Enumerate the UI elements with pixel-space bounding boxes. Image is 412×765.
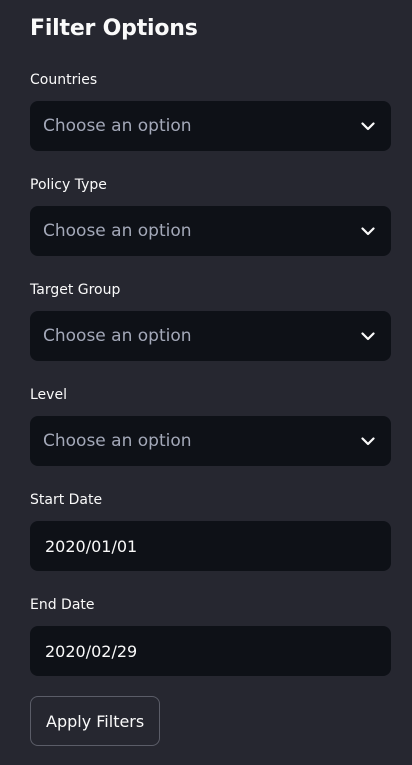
apply-filters-button[interactable]: Apply Filters [30, 696, 161, 746]
end-date-field[interactable] [30, 626, 391, 676]
filter-sidebar: Filter Options Countries Choose an optio… [0, 0, 412, 765]
chevron-down-icon [360, 433, 376, 449]
level-label: Level [30, 387, 67, 403]
chevron-down-icon [360, 118, 376, 134]
target-group-placeholder: Choose an option [43, 326, 192, 346]
start-date-field[interactable] [30, 521, 391, 571]
chevron-down-icon [360, 328, 376, 344]
end-date-label: End Date [30, 597, 95, 613]
chevron-down-icon [360, 223, 376, 239]
countries-label: Countries [30, 72, 98, 88]
level-select[interactable]: Choose an option [30, 416, 391, 466]
countries-select[interactable]: Choose an option [30, 101, 391, 151]
end-date-input[interactable] [45, 641, 376, 661]
filter-options-title: Filter Options [30, 16, 198, 41]
countries-placeholder: Choose an option [43, 116, 192, 136]
policy-type-placeholder: Choose an option [43, 221, 192, 241]
target-group-select[interactable]: Choose an option [30, 311, 391, 361]
start-date-label: Start Date [30, 492, 103, 508]
policy-type-select[interactable]: Choose an option [30, 206, 391, 256]
policy-type-label: Policy Type [30, 177, 107, 193]
level-placeholder: Choose an option [43, 431, 192, 451]
target-group-label: Target Group [30, 282, 121, 298]
start-date-input[interactable] [45, 536, 376, 556]
